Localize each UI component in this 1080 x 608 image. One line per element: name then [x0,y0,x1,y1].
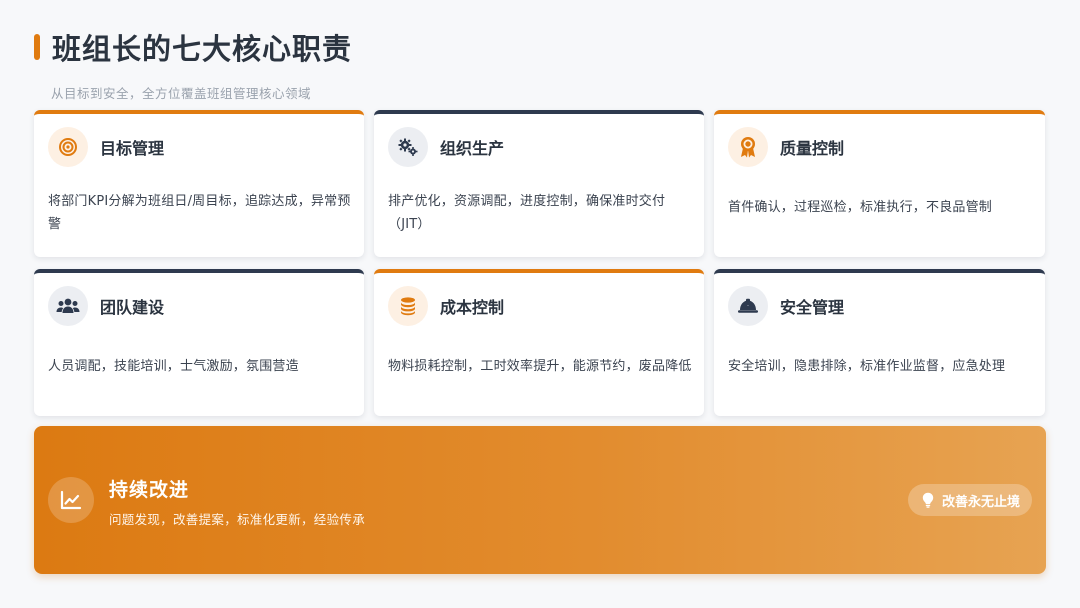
badge-label: 改善永无止境 [941,494,1020,510]
award-icon [728,127,768,167]
duty-cards-grid: 目标管理 将部门KPI分解为班组日/周目标，追踪达成，异常预警 组织生产 排产优… [34,110,1046,416]
banner-description: 问题发现，改善提案，标准化更新，经验传承 [109,512,366,527]
card-header: 成本控制 [388,285,692,327]
card-title: 组织生产 [440,139,505,158]
card-title: 安全管理 [780,298,845,317]
coins-icon [388,286,428,326]
card-title: 目标管理 [100,139,165,158]
card-header: 团队建设 [48,285,352,327]
duty-card-production: 组织生产 排产优化，资源调配，进度控制，确保准时交付（JIT） [374,110,704,257]
card-description: 首件确认，过程巡检，标准执行，不良品管制 [728,200,993,215]
hardhat-icon [728,286,768,326]
card-header: 组织生产 [388,126,692,168]
card-description: 排产优化，资源调配，进度控制，确保准时交付（JIT） [388,194,666,232]
chart-line-icon [48,477,94,523]
page-subtitle: 从目标到安全，全方位覆盖班组管理核心领域 [51,86,312,101]
duty-card-safety-management: 安全管理 安全培训，隐患排除，标准作业监督，应急处理 [714,269,1045,416]
card-description: 安全培训，隐患排除，标准作业监督，应急处理 [728,359,1006,374]
duty-card-goal-management: 目标管理 将部门KPI分解为班组日/周目标，追踪达成，异常预警 [34,110,364,257]
card-header: 质量控制 [728,126,1033,168]
header: 班组长的七大核心职责 从目标到安全，全方位覆盖班组管理核心领域 [34,26,1046,102]
card-header: 目标管理 [48,126,352,168]
card-title: 团队建设 [100,298,165,317]
improvement-badge: 改善永无止境 [907,484,1032,516]
users-icon [48,286,88,326]
card-title: 质量控制 [780,139,845,158]
card-description: 人员调配，技能培训，士气激励，氛围营造 [48,359,299,374]
card-description: 物料损耗控制，工时效率提升，能源节约，废品降低 [388,359,692,374]
banner-title: 持续改进 [109,479,190,501]
title-accent-bar [34,34,40,60]
title-row: 班组长的七大核心职责 [34,26,1046,68]
continuous-improvement-banner: 持续改进 问题发现，改善提案，标准化更新，经验传承 改善永无止境 [34,426,1046,574]
card-title: 成本控制 [440,298,505,317]
lightbulb-icon [922,492,934,508]
duty-card-team-building: 团队建设 人员调配，技能培训，士气激励，氛围营造 [34,269,364,416]
duty-card-quality-control: 质量控制 首件确认，过程巡检，标准执行，不良品管制 [714,110,1045,257]
gears-icon [388,127,428,167]
page-title: 班组长的七大核心职责 [52,32,353,66]
card-header: 安全管理 [728,285,1033,327]
duty-card-cost-control: 成本控制 物料损耗控制，工时效率提升，能源节约，废品降低 [374,269,704,416]
target-icon [48,127,88,167]
card-description: 将部门KPI分解为班组日/周目标，追踪达成，异常预警 [48,194,351,232]
